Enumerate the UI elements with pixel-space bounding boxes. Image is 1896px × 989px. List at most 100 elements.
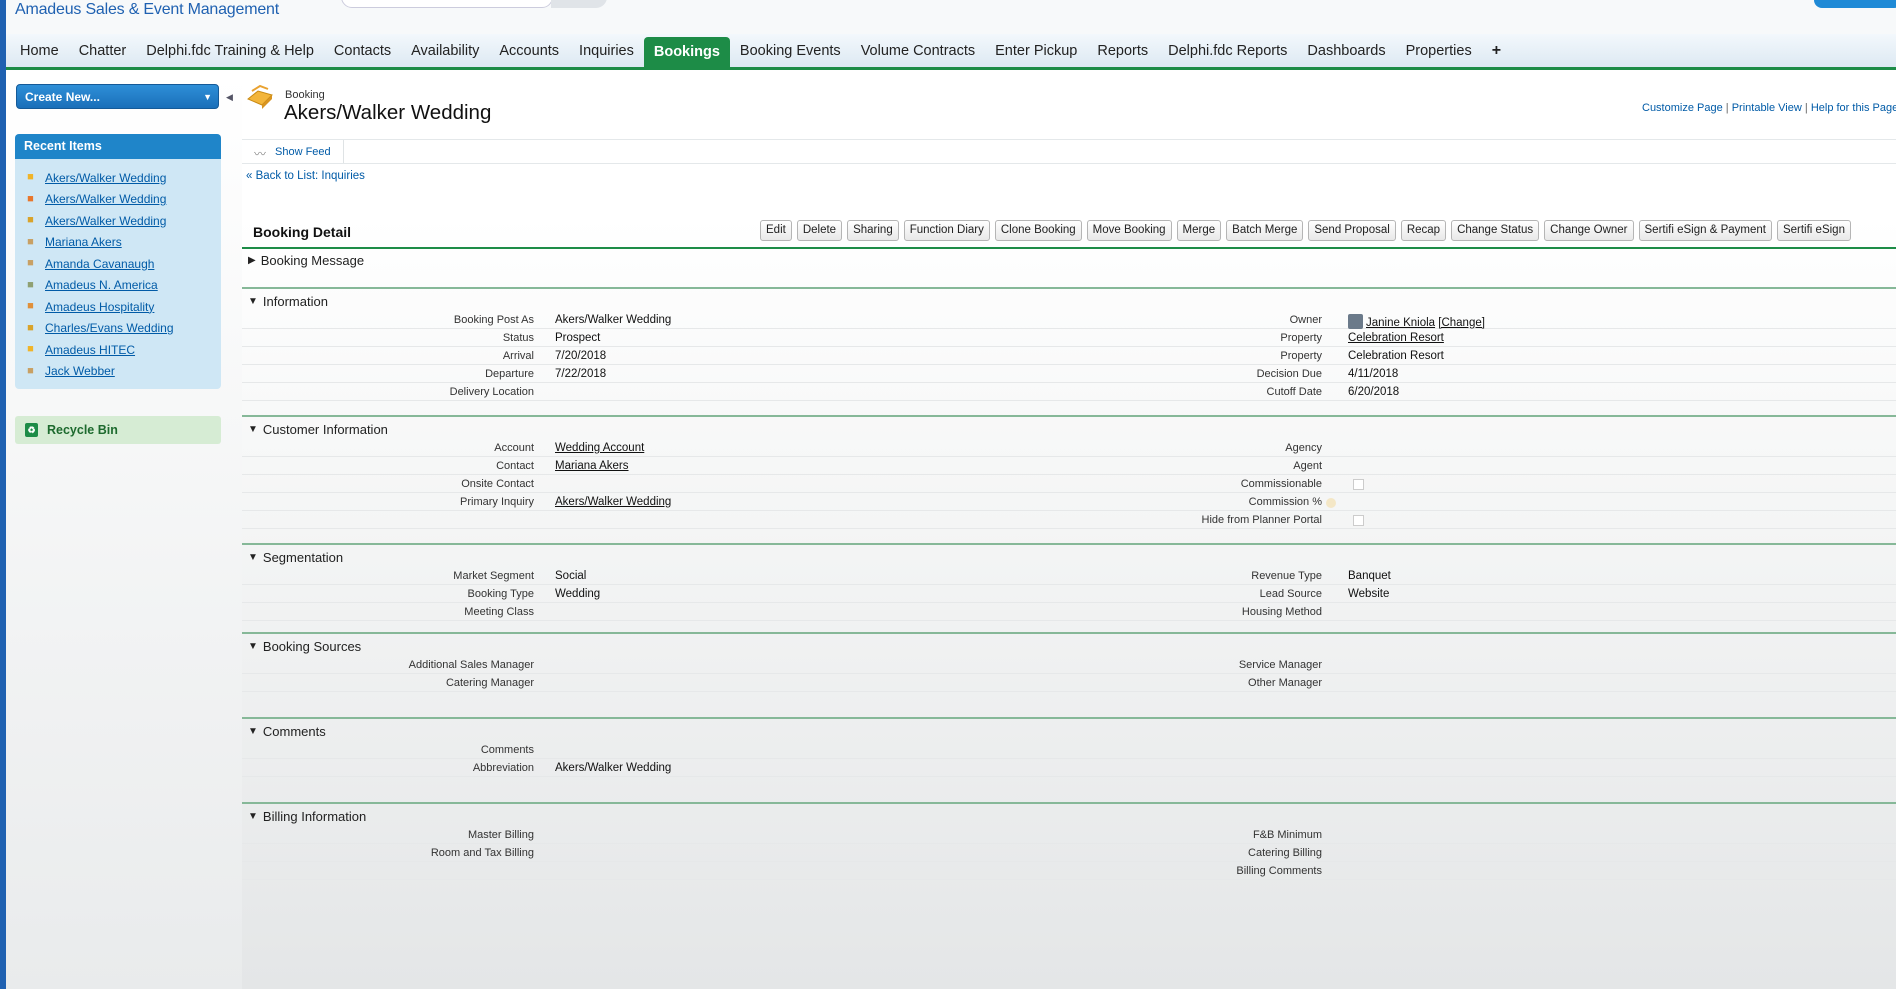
section-segmentation: ▼ Segmentation Market Segment Social Revenue… xyxy=(242,543,1896,621)
section-divider xyxy=(242,287,1896,289)
collapse-sidebar-icon[interactable]: ◀ xyxy=(226,92,233,103)
field-row: Departure 7/22/2018 Decision Due 4/11/2018 xyxy=(242,365,1896,383)
section-header[interactable]: ▼ Booking Sources xyxy=(242,636,1896,656)
field-label: Billing Comments xyxy=(1236,865,1322,877)
recent-item-link[interactable]: Amadeus N. America xyxy=(45,278,158,292)
tab-volume-contracts[interactable]: Volume Contracts xyxy=(851,36,985,66)
field-label: Decision Due xyxy=(1256,368,1322,380)
field-row: Onsite Contact Commissionable xyxy=(242,475,1896,493)
edit-button[interactable]: Edit xyxy=(760,220,792,241)
recycle-bin-icon: ♻ xyxy=(25,423,38,437)
delete-button[interactable]: Delete xyxy=(796,220,843,241)
booking-icon: ■ xyxy=(27,343,34,356)
back-to-list-link[interactable]: « Back to List: Inquiries xyxy=(246,170,365,182)
change-owner-button[interactable]: Change Owner xyxy=(1544,220,1634,241)
move-booking-button[interactable]: Move Booking xyxy=(1086,220,1172,241)
tab-availability[interactable]: Availability xyxy=(401,36,489,66)
field-value-link[interactable]: Wedding Account xyxy=(555,442,644,454)
tab-inquiries[interactable]: Inquiries xyxy=(569,36,644,66)
recent-item-link[interactable]: Charles/Evans Wedding xyxy=(45,321,174,335)
section-customer: ▼ Customer Information Account Wedding Acco… xyxy=(242,415,1896,529)
tab-reports[interactable]: Reports xyxy=(1087,36,1158,66)
field-label: Meeting Class xyxy=(464,606,534,618)
add-tab-icon[interactable]: + xyxy=(1482,36,1511,66)
checkbox[interactable] xyxy=(1353,479,1364,490)
tab-delphi-fdc-reports[interactable]: Delphi.fdc Reports xyxy=(1158,36,1297,66)
property-link[interactable]: Celebration Resort xyxy=(1348,332,1444,344)
field-row: Contact Mariana Akers Agent xyxy=(242,457,1896,475)
tab-booking-events[interactable]: Booking Events xyxy=(730,36,851,66)
recent-item-link[interactable]: Amadeus Hospitality xyxy=(45,300,154,314)
sertifi-esign-button[interactable]: Sertifi eSign xyxy=(1776,220,1851,241)
checkbox[interactable] xyxy=(1353,515,1364,526)
tab-bookings[interactable]: Bookings xyxy=(643,36,730,69)
merge-button[interactable]: Merge xyxy=(1176,220,1222,241)
recent-item-link[interactable]: Akers/Walker Wedding xyxy=(45,214,166,228)
section-title: Booking Sources xyxy=(262,638,362,654)
detail-divider xyxy=(242,247,1896,249)
field-row: Comments xyxy=(242,741,1896,759)
section-header[interactable]: ▼ Information xyxy=(242,291,1896,311)
section-divider xyxy=(242,415,1896,417)
app-brand: Amadeus Sales & Event Management xyxy=(15,1,279,18)
tab-contacts[interactable]: Contacts xyxy=(324,36,401,66)
header-action-button[interactable] xyxy=(1814,0,1896,8)
recent-item-link[interactable]: Akers/Walker Wedding xyxy=(45,192,166,206)
send-proposal-button[interactable]: Send Proposal xyxy=(1308,220,1396,241)
info-icon[interactable] xyxy=(1326,498,1336,508)
tab-accounts[interactable]: Accounts xyxy=(489,36,569,66)
recent-item-link[interactable]: Mariana Akers xyxy=(45,235,122,249)
clone-booking-button[interactable]: Clone Booking xyxy=(994,220,1082,241)
field-label: F&B Minimum xyxy=(1252,829,1322,841)
section-divider xyxy=(242,802,1896,804)
expand-triangle-icon: ▶ xyxy=(248,254,256,266)
tab-chatter[interactable]: Chatter xyxy=(69,36,137,66)
recent-item-link[interactable]: Jack Webber xyxy=(45,364,115,378)
section-title: Segmentation xyxy=(262,549,344,565)
recent-item-link[interactable]: Akers/Walker Wedding xyxy=(45,171,166,185)
recycle-bin-link[interactable]: ♻ Recycle Bin xyxy=(15,416,221,444)
page-help-links: Customize Page | Printable View | Help f… xyxy=(1642,102,1896,114)
section-header[interactable]: ▼ Segmentation xyxy=(242,547,1896,567)
field-value-link[interactable]: Akers/Walker Wedding xyxy=(555,496,671,508)
collapse-triangle-icon: ▼ xyxy=(248,295,258,307)
customize-page-link[interactable]: Customize Page xyxy=(1642,102,1723,114)
section-header[interactable]: ▶ Booking Message xyxy=(242,250,1896,270)
show-feed-button[interactable]: 〰 Show Feed xyxy=(242,140,344,163)
search-button[interactable] xyxy=(551,0,607,8)
section-header[interactable]: ▼ Customer Information xyxy=(242,419,1896,439)
field-row: Status Prospect Property Celebration Resort xyxy=(242,329,1896,347)
collapse-triangle-icon: ▼ xyxy=(248,810,258,822)
section-header[interactable]: ▼ Comments xyxy=(242,721,1896,741)
contact-icon: ■ xyxy=(27,364,34,377)
recent-item-link[interactable]: Amanda Cavanaugh xyxy=(45,257,154,271)
create-new-button[interactable]: Create New... ▼ xyxy=(16,84,219,109)
booking-icon xyxy=(247,85,273,109)
function-diary-button[interactable]: Function Diary xyxy=(903,220,990,241)
change-status-button[interactable]: Change Status xyxy=(1451,220,1540,241)
tab-dashboards[interactable]: Dashboards xyxy=(1297,36,1395,66)
field-label: Additional Sales Manager xyxy=(408,659,534,671)
section-title: Billing Information xyxy=(262,808,367,824)
sertifi-esign-payment-button[interactable]: Sertifi eSign & Payment xyxy=(1638,220,1772,241)
section-header[interactable]: ▼ Billing Information xyxy=(242,806,1896,826)
tab-delphi-fdc-training-help[interactable]: Delphi.fdc Training & Help xyxy=(136,36,324,66)
batch-merge-button[interactable]: Batch Merge xyxy=(1226,220,1304,241)
field-label: Booking Type xyxy=(467,588,534,600)
collapse-triangle-icon: ▼ xyxy=(248,551,258,563)
global-search-input[interactable] xyxy=(341,0,553,8)
tab-enter-pickup[interactable]: Enter Pickup xyxy=(985,36,1087,66)
change-owner-link[interactable]: [Change] xyxy=(1438,317,1485,329)
recent-item: ■ Amadeus HITEC xyxy=(15,339,221,361)
recent-item-link[interactable]: Amadeus HITEC xyxy=(45,343,135,357)
field-label: Other Manager xyxy=(1248,677,1322,689)
help-link[interactable]: Help for this Page xyxy=(1811,102,1896,114)
field-label: Catering Manager xyxy=(445,677,534,689)
recap-button[interactable]: Recap xyxy=(1400,220,1447,241)
tab-home[interactable]: Home xyxy=(10,36,69,66)
field-value-link[interactable]: Mariana Akers xyxy=(555,460,629,472)
owner-link[interactable]: Janine Kniola xyxy=(1366,317,1435,329)
sharing-button[interactable]: Sharing xyxy=(847,220,899,241)
tab-properties[interactable]: Properties xyxy=(1396,36,1482,66)
printable-view-link[interactable]: Printable View xyxy=(1732,102,1802,114)
